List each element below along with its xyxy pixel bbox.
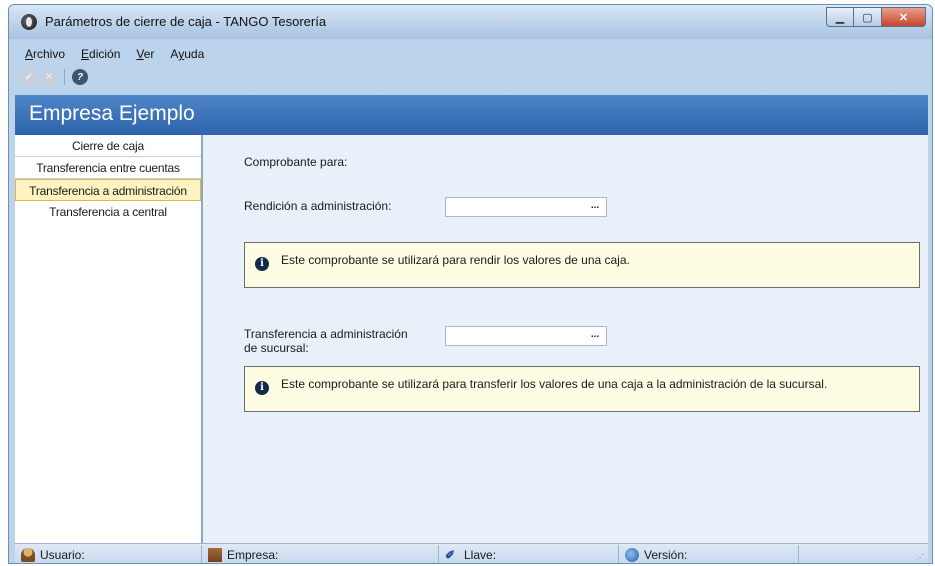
version-icon [625,548,639,562]
company-title: Empresa Ejemplo [29,102,195,125]
status-extra: ⋰ [799,545,928,563]
toolbar: ✔ ✕ ? [21,69,88,85]
sucursal-label-line1: Transferencia a administración [244,327,408,341]
status-version-label: Versión: [644,548,688,562]
status-version: Versión: [619,545,799,563]
check-circle-icon[interactable]: ✔ [21,69,37,85]
window-title: Parámetros de cierre de caja - TANGO Tes… [45,14,327,29]
status-usuario: Usuario: [15,545,202,563]
status-llave: ✐ Llave: [439,545,619,563]
sidebar-item-transferencia-entre-cuentas[interactable]: Transferencia entre cuentas [15,157,201,179]
menu-ayuda[interactable]: Ayuda [168,45,206,65]
info-icon: i [255,381,269,395]
sidebar-item-cierre-de-caja[interactable]: Cierre de caja [15,135,201,157]
app-icon [21,14,37,30]
menu-bar: Archivo Edición Ver Ayuda [9,45,206,65]
section-label: Comprobante para: [244,155,348,169]
rendicion-label: Rendición a administración: [244,199,392,213]
sidebar-item-transferencia-a-administracion[interactable]: Transferencia a administración [15,179,201,201]
help-icon[interactable]: ? [72,69,88,85]
sucursal-browse-button[interactable]: ... [586,329,604,343]
window-controls: ▁ ▢ ✕ [826,7,926,27]
rendicion-field[interactable]: ... [445,197,607,217]
sucursal-note-text: Este comprobante se utilizará para trans… [281,377,828,391]
app-window: Parámetros de cierre de caja - TANGO Tes… [8,4,933,564]
sucursal-label-line2: de sucursal: [244,341,309,355]
user-icon [21,548,35,562]
status-llave-label: Llave: [464,548,497,562]
title-bar[interactable]: Parámetros de cierre de caja - TANGO Tes… [9,5,932,39]
menu-archivo[interactable]: Archivo [23,45,67,65]
status-empresa: Empresa: [202,545,439,563]
status-bar: Usuario: Empresa: ✐ Llave: Versión: ⋰ [15,543,928,563]
company-icon [208,548,222,562]
resize-grip-icon[interactable]: ⋰ [916,553,926,563]
minimize-button[interactable]: ▁ [826,7,854,27]
status-usuario-label: Usuario: [40,548,85,562]
sidebar: Cierre de caja Transferencia entre cuent… [15,135,203,543]
rendicion-browse-button[interactable]: ... [586,200,604,214]
sucursal-info-note: i Este comprobante se utilizará para tra… [244,366,920,412]
menu-edicion[interactable]: Edición [79,45,122,65]
menu-ver[interactable]: Ver [134,45,156,65]
maximize-button[interactable]: ▢ [854,7,882,27]
status-empresa-label: Empresa: [227,548,279,562]
sidebar-item-transferencia-a-central[interactable]: Transferencia a central [15,201,201,223]
info-icon: i [255,257,269,271]
rendicion-info-note: i Este comprobante se utilizará para ren… [244,242,920,288]
toolbar-separator [64,69,65,85]
company-banner: Empresa Ejemplo [15,95,928,135]
key-icon: ✐ [445,548,456,562]
close-button[interactable]: ✕ [882,7,926,27]
main-panel: Comprobante para: Rendición a administra… [203,135,928,543]
cancel-circle-icon[interactable]: ✕ [41,69,57,85]
rendicion-note-text: Este comprobante se utilizará para rendi… [281,253,630,267]
sucursal-field[interactable]: ... [445,326,607,346]
